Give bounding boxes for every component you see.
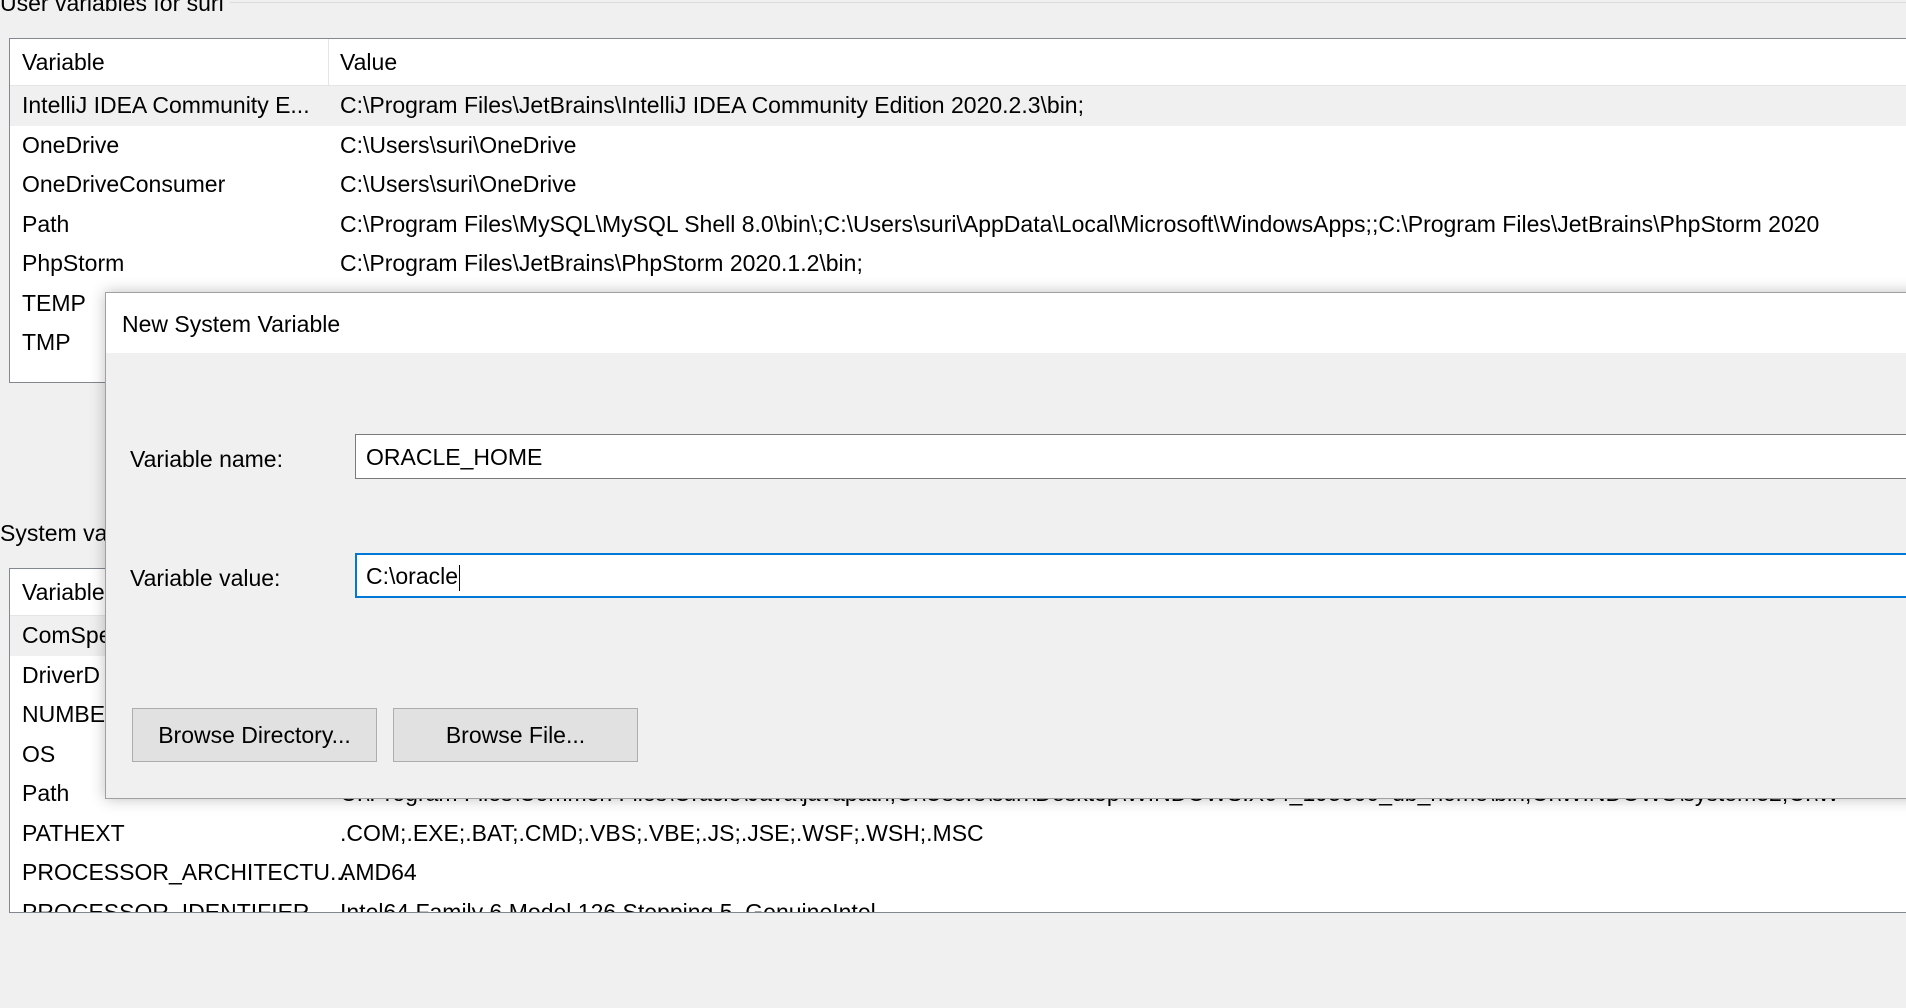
column-header-variable[interactable]: Variable [22, 49, 105, 76]
group-border [230, 2, 1906, 3]
list-header: Variable Value [10, 39, 1906, 86]
row-variable: Path [22, 211, 69, 238]
new-system-variable-dialog: New System Variable Variable name: ORACL… [105, 292, 1906, 799]
row-value: C:\Program Files\MySQL\MySQL Shell 8.0\b… [340, 211, 1819, 238]
row-value: .COM;.EXE;.BAT;.CMD;.VBS;.VBE;.JS;.JSE;.… [340, 820, 984, 847]
row-variable: DriverD [22, 662, 100, 689]
row-variable: PhpStorm [22, 250, 124, 277]
column-header-variable[interactable]: Variable [22, 579, 105, 606]
browse-file-button[interactable]: Browse File... [393, 708, 638, 762]
row-value: C:\Program Files\JetBrains\IntelliJ IDEA… [340, 92, 1084, 119]
table-row[interactable]: PATHEXT .COM;.EXE;.BAT;.CMD;.VBS;.VBE;.J… [10, 814, 1906, 854]
variable-name-value: ORACLE_HOME [366, 444, 542, 470]
row-variable: PATHEXT [22, 820, 125, 847]
column-separator[interactable] [328, 39, 329, 85]
row-variable: PROCESSOR_ARCHITECTU... [22, 859, 349, 886]
table-row[interactable]: PhpStorm C:\Program Files\JetBrains\PhpS… [10, 244, 1906, 284]
row-value: C:\Users\suri\OneDrive [340, 132, 576, 159]
user-vars-group-label: User variables for suri [0, 0, 230, 17]
row-variable: OneDrive [22, 132, 119, 159]
table-row[interactable]: OneDriveConsumer C:\Users\suri\OneDrive [10, 165, 1906, 205]
row-variable: OS [22, 741, 55, 768]
system-vars-group-label: System va [0, 520, 113, 547]
row-value: Intel64 Family 6 Model 126 Stepping 5, G… [340, 899, 876, 914]
table-row[interactable]: PROCESSOR_IDENTIFIER Intel64 Family 6 Mo… [10, 893, 1906, 914]
row-variable: Path [22, 780, 69, 807]
row-variable: OneDriveConsumer [22, 171, 225, 198]
row-variable: TEMP [22, 290, 86, 317]
table-row[interactable]: IntelliJ IDEA Community E... C:\Program … [10, 86, 1906, 126]
variable-value-text: C:\oracle [366, 563, 458, 589]
table-row[interactable]: OneDrive C:\Users\suri\OneDrive [10, 126, 1906, 166]
dialog-title-bar[interactable]: New System Variable [106, 293, 1906, 353]
row-variable: PROCESSOR_IDENTIFIER [22, 899, 310, 914]
row-value: C:\Users\suri\OneDrive [340, 171, 576, 198]
row-value: AMD64 [340, 859, 417, 886]
browse-directory-button[interactable]: Browse Directory... [132, 708, 377, 762]
row-variable: NUMBE [22, 701, 105, 728]
row-variable: TMP [22, 329, 71, 356]
dialog-title: New System Variable [122, 311, 340, 338]
table-row[interactable]: PROCESSOR_ARCHITECTU... AMD64 [10, 853, 1906, 893]
table-row[interactable]: Path C:\Program Files\MySQL\MySQL Shell … [10, 205, 1906, 245]
row-value: C:\Program Files\JetBrains\PhpStorm 2020… [340, 250, 863, 277]
variable-value-label: Variable value: [130, 565, 280, 592]
variable-name-label: Variable name: [130, 446, 283, 473]
text-caret [459, 565, 460, 591]
row-variable: ComSpe [22, 622, 111, 649]
row-variable: IntelliJ IDEA Community E... [22, 92, 310, 119]
column-header-value[interactable]: Value [340, 49, 397, 76]
variable-name-field[interactable]: ORACLE_HOME [355, 434, 1906, 479]
variable-value-field[interactable]: C:\oracle [355, 553, 1906, 598]
